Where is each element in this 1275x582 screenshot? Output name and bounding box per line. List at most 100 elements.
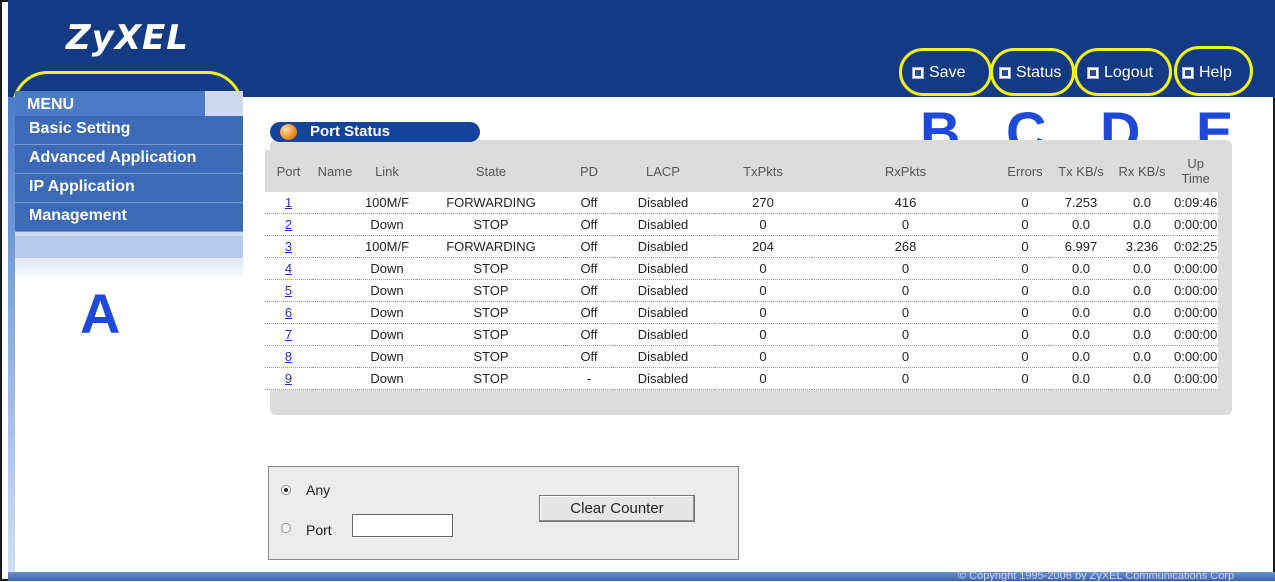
cell-errors: 0 (999, 323, 1051, 346)
cell-pd: - (566, 367, 612, 390)
cell-tx-kb-s: 7.253 (1051, 192, 1111, 214)
cell-tx-kb-s: 0.0 (1051, 323, 1111, 346)
cell-lacp: Disabled (612, 323, 714, 346)
cell-errors: 0 (999, 301, 1051, 324)
table-row: 8 Down STOP Off Disabled 0 0 0 0.0 0.0 0:00:00 (265, 345, 1219, 368)
cell-name (312, 235, 358, 258)
port-link[interactable]: 2 (285, 217, 292, 232)
cell-link: Down (358, 279, 416, 302)
cell-link: Down (358, 257, 416, 280)
col-lacp: LACP (612, 150, 714, 192)
cell-up-time: 0:00:00 (1173, 301, 1219, 324)
port-link[interactable]: 1 (285, 195, 292, 210)
port-link[interactable]: 4 (285, 261, 292, 276)
cell-name (312, 301, 358, 324)
cell-port: 7 (265, 323, 312, 346)
table-row: 4 Down STOP Off Disabled 0 0 0 0.0 0.0 0:00:00 (265, 257, 1219, 280)
col-link: Link (358, 150, 416, 192)
cell-state: STOP (416, 345, 566, 368)
orb-icon (280, 124, 297, 140)
cell-lacp: Disabled (612, 213, 714, 236)
col-port: Port (265, 150, 312, 192)
port-link[interactable]: 3 (285, 239, 292, 254)
menu-item-basic-setting[interactable]: Basic Setting (15, 116, 243, 145)
cell-pd: Off (566, 213, 612, 236)
port-status-title: Port Status (310, 123, 391, 140)
menu-item-ip-application[interactable]: IP Application (15, 174, 243, 203)
port-link[interactable]: 8 (285, 349, 292, 364)
table-row: 1 100M/F FORWARDING Off Disabled 270 416 0 7.253… (265, 192, 1219, 214)
cell-rx-kb-s: 0.0 (1111, 323, 1173, 346)
cell-pd: Off (566, 301, 612, 324)
menu-list: Basic Setting Advanced Application IP Ap… (15, 116, 243, 232)
cell-pd: Off (566, 192, 612, 214)
cell-link: Down (358, 213, 416, 236)
port-link[interactable]: 6 (285, 305, 292, 320)
cell-lacp: Disabled (612, 235, 714, 258)
cell-lacp: Disabled (612, 257, 714, 280)
cell-tx-kb-s: 0.0 (1051, 213, 1111, 236)
cell-up-time: 0:00:00 (1173, 279, 1219, 302)
port-link[interactable]: 5 (285, 283, 292, 298)
annotation-oval-e (1174, 46, 1253, 96)
cell-up-time: 0:02:25 (1173, 235, 1219, 258)
table-row: 6 Down STOP Off Disabled 0 0 0 0.0 0.0 0:00:00 (265, 301, 1219, 324)
cell-up-time: 0:09:46 (1173, 192, 1219, 214)
cell-rxpkts: 0 (812, 323, 999, 346)
cell-link: Down (358, 367, 416, 390)
col-txpkts: TxPkts (714, 150, 812, 192)
cell-name (312, 279, 358, 302)
zyxel-logo: ZyXEL (66, 18, 189, 58)
cell-rx-kb-s: 0.0 (1111, 367, 1173, 390)
cell-rxpkts: 0 (812, 257, 999, 280)
radio-port[interactable] (281, 523, 291, 533)
cell-lacp: Disabled (612, 367, 714, 390)
cell-link: 100M/F (358, 235, 416, 258)
cell-link: Down (358, 345, 416, 368)
cell-up-time: 0:00:00 (1173, 323, 1219, 346)
cell-txpkts: 0 (714, 323, 812, 346)
cell-state: FORWARDING (416, 235, 566, 258)
cell-lacp: Disabled (612, 301, 714, 324)
annotation-oval-b (899, 48, 992, 96)
cell-port: 3 (265, 235, 312, 258)
cell-rx-kb-s: 0.0 (1111, 192, 1173, 214)
cell-tx-kb-s: 0.0 (1051, 301, 1111, 324)
cell-errors: 0 (999, 345, 1051, 368)
col-rxpkts: RxPkts (812, 150, 999, 192)
cell-pd: Off (566, 323, 612, 346)
cell-state: STOP (416, 301, 566, 324)
col-tx-kbs: Tx KB/s (1051, 150, 1111, 192)
table-row: 9 Down STOP - Disabled 0 0 0 0.0 0.0 0:00:00 (265, 367, 1219, 390)
cell-txpkts: 0 (714, 301, 812, 324)
cell-link: Down (358, 323, 416, 346)
annotation-oval-d (1074, 48, 1172, 96)
menu-item-management[interactable]: Management (15, 203, 243, 232)
col-name: Name (312, 150, 358, 192)
annotation-oval-c (990, 48, 1075, 96)
port-number-input[interactable] (352, 514, 453, 537)
col-rx-kbs: Rx KB/s (1111, 150, 1173, 192)
port-link[interactable]: 9 (285, 371, 292, 386)
cell-rx-kb-s: 0.0 (1111, 301, 1173, 324)
table-row: 5 Down STOP Off Disabled 0 0 0 0.0 0.0 0:00:00 (265, 279, 1219, 302)
cell-name (312, 323, 358, 346)
copyright-text: © Copyright 1995-2006 by ZyXEL Communica… (958, 570, 1235, 582)
table-row: 2 Down STOP Off Disabled 0 0 0 0.0 0.0 0:00:00 (265, 213, 1219, 236)
cell-name (312, 257, 358, 280)
radio-any[interactable] (281, 485, 291, 495)
cell-port: 1 (265, 192, 312, 214)
col-pd: PD (566, 150, 612, 192)
cell-rxpkts: 0 (812, 301, 999, 324)
cell-errors: 0 (999, 257, 1051, 280)
port-status-table: Port Name Link State PD LACP TxPkts RxPk… (265, 150, 1219, 390)
cell-errors: 0 (999, 279, 1051, 302)
cell-txpkts: 0 (714, 279, 812, 302)
cell-state: STOP (416, 367, 566, 390)
cell-up-time: 0:00:00 (1173, 345, 1219, 368)
port-link[interactable]: 7 (285, 327, 292, 342)
menu-item-advanced-application[interactable]: Advanced Application (15, 145, 243, 174)
left-strip (8, 97, 15, 572)
clear-counter-button[interactable]: Clear Counter (539, 495, 695, 522)
cell-errors: 0 (999, 367, 1051, 390)
